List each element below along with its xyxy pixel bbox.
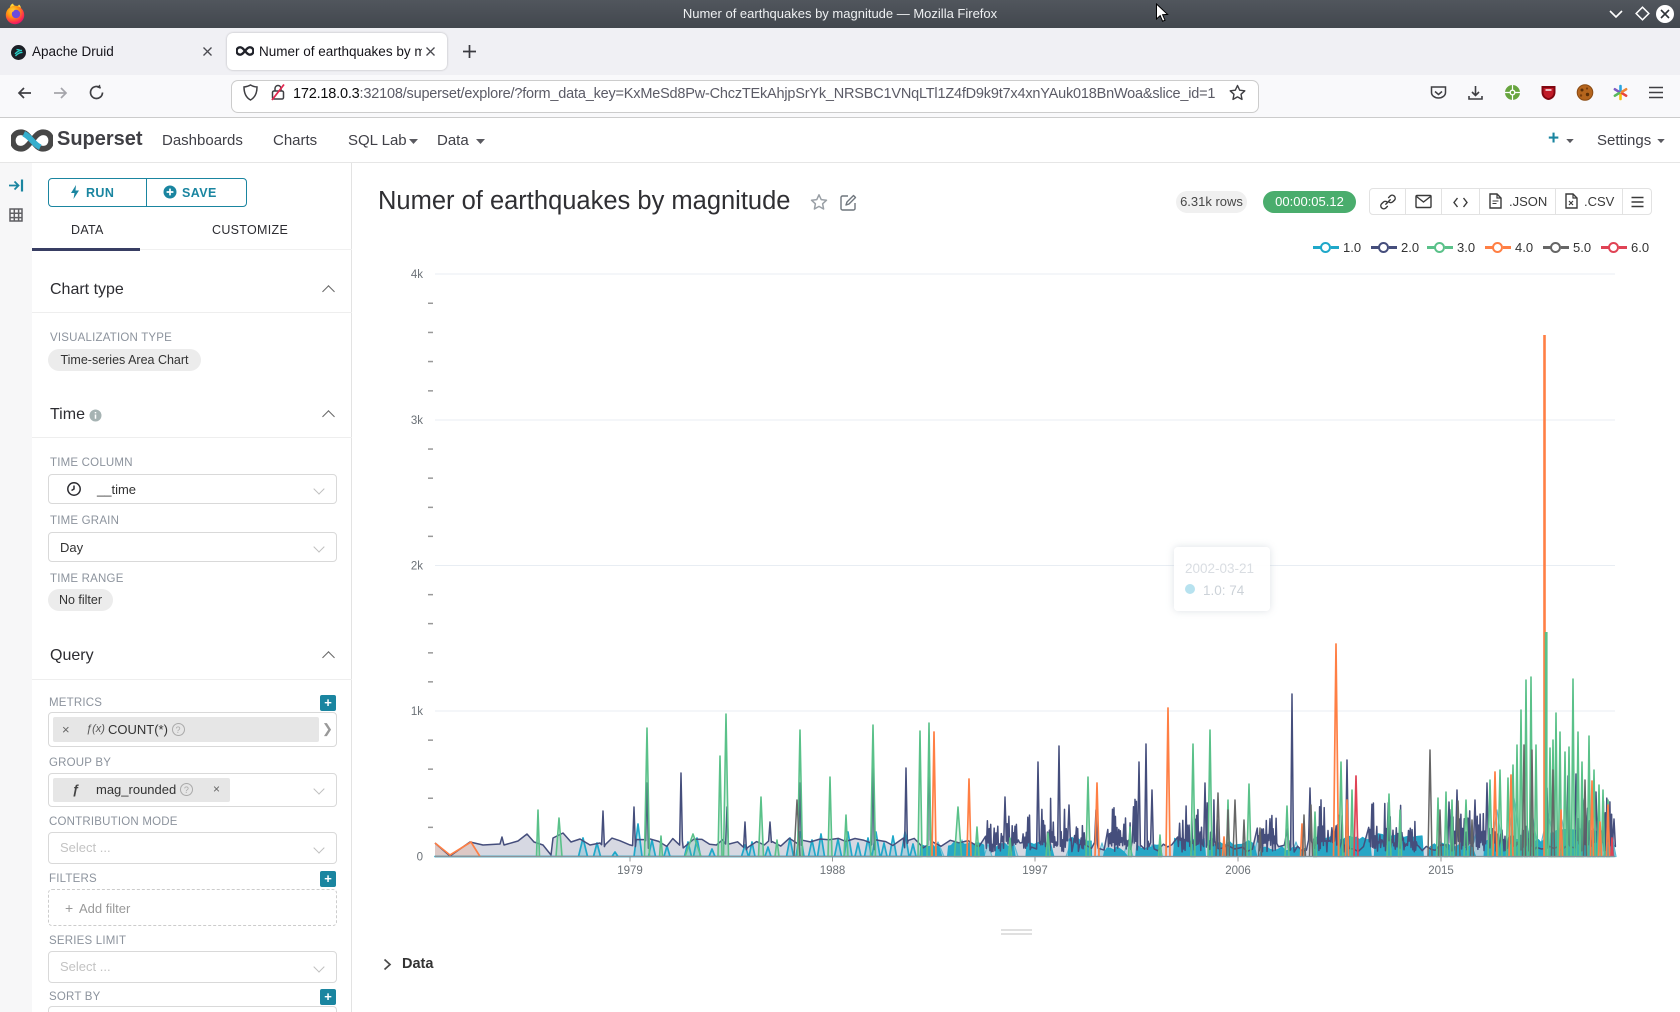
svg-text:1988: 1988 <box>820 865 846 877</box>
svg-text:2k: 2k <box>411 561 423 573</box>
svg-text:1979: 1979 <box>617 865 643 877</box>
svg-text:1997: 1997 <box>1022 865 1048 877</box>
svg-text:0: 0 <box>417 852 423 864</box>
svg-text:2006: 2006 <box>1225 865 1251 877</box>
svg-text:1k: 1k <box>411 706 423 718</box>
svg-text:4k: 4k <box>411 269 423 281</box>
svg-text:2015: 2015 <box>1428 865 1454 877</box>
svg-text:3k: 3k <box>411 415 423 427</box>
